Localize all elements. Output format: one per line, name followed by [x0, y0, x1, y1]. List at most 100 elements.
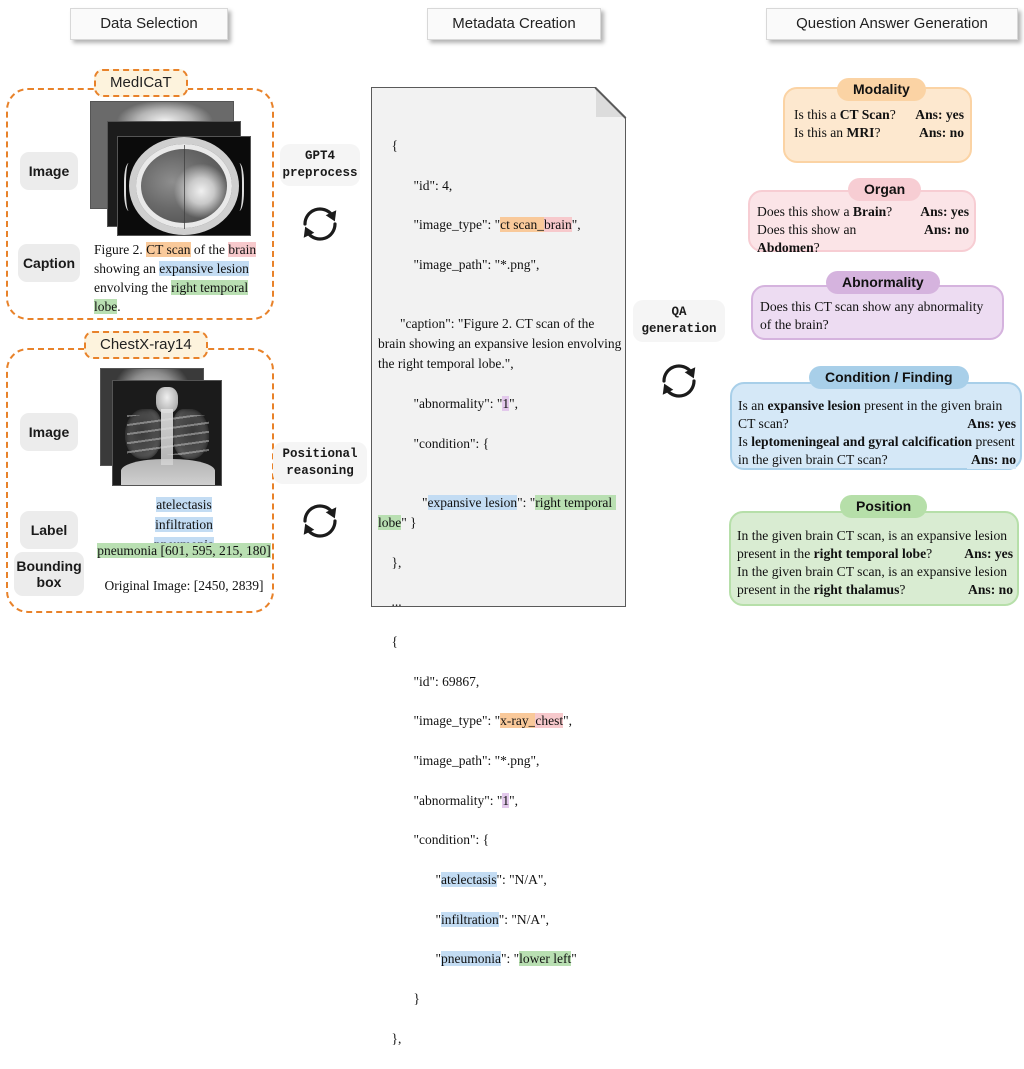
qa-answer: Ans: yes	[963, 415, 1016, 434]
json-finding-value-2: lower left	[519, 951, 572, 967]
cycle-icon-qa-generation	[662, 364, 696, 398]
stage-header-label: Data Selection	[100, 15, 198, 32]
json-id-1: "id": 4,	[413, 177, 453, 193]
json-close-brace-1: },	[391, 554, 402, 570]
json-condition-key-2: "condition": {	[413, 832, 490, 848]
role-chip-bounding-box-chestxray14: Bounding box	[14, 552, 84, 596]
json-condition-key-1: "condition": {	[413, 435, 490, 451]
json-ellipsis: ...	[391, 594, 402, 610]
qa-row: Does this show a Brain? Ans: yes	[757, 203, 969, 221]
label-atelectasis: atelectasis	[156, 497, 212, 512]
json-finding-value-0: N/A	[514, 872, 538, 888]
json-inner-close-2: }	[413, 991, 420, 1007]
qa-answer: Ans: yes	[920, 204, 969, 219]
qa-tab-label: Position	[856, 498, 912, 514]
qa-question: Is this a CT Scan?	[794, 107, 896, 122]
process-chip-label: Positional reasoning	[282, 447, 358, 478]
cycle-icon-gpt4-preprocess	[303, 207, 337, 241]
qa-body-condition-finding: Is an expansive lesion present in the gi…	[738, 397, 1016, 470]
json-abnormality-end-2: ",	[509, 792, 519, 808]
qa-tab-label: Organ	[864, 181, 906, 197]
qa-answer: Ans: yes	[915, 107, 964, 122]
json-abnormality-end-1: ",	[509, 395, 519, 411]
qa-tab-label: Abnormality	[842, 274, 924, 290]
image-stack-medicat	[86, 100, 266, 236]
stage-header-question-answer-generation: Question Answer Generation	[766, 8, 1018, 40]
role-chip-label: Image	[28, 423, 70, 440]
process-chip-qa-generation: QA generation	[633, 300, 725, 342]
qa-tab-position[interactable]: Position	[840, 495, 928, 518]
role-chip-image-chestxray14: Image	[20, 413, 78, 451]
chest-xray-front	[112, 380, 222, 486]
process-chip-label: QA generation	[641, 305, 717, 336]
process-chip-gpt4-preprocess: GPT4 preprocess	[280, 144, 360, 186]
caption-condition-highlight: expansive lesion	[159, 261, 249, 277]
json-abnormality-value-2: 1	[502, 792, 510, 808]
json-close-brace-2: },	[391, 1030, 402, 1046]
process-chip-positional-reasoning: Positional reasoning	[273, 442, 367, 484]
qa-row: Is leptomeningeal and gyral calcificatio…	[738, 433, 1016, 470]
qa-row: In the given brain CT scan, is an expans…	[737, 563, 1013, 600]
qa-question: Is this an MRI?	[794, 125, 881, 141]
stage-header-label: Metadata Creation	[452, 15, 576, 32]
qa-answer: Ans: no	[924, 222, 969, 238]
role-chip-label: Image	[28, 162, 70, 179]
caption-mid1: of the	[190, 242, 229, 257]
dataset-tag-chestxray14: ChestX-ray14	[84, 331, 208, 359]
json-id-2: "id": 69867,	[413, 673, 480, 689]
qa-tab-modality[interactable]: Modality	[837, 78, 926, 101]
json-finding-name-2: pneumonia	[441, 951, 502, 967]
json-open-brace-2: {	[391, 633, 398, 649]
qa-row: Does this show an Abdomen? Ans: no	[757, 221, 969, 257]
caption-mid2: showing an	[94, 261, 160, 277]
image-stack-chestxray14	[100, 368, 230, 488]
qa-tab-organ[interactable]: Organ	[848, 178, 922, 201]
json-image-type-key-1: "image_type": "	[413, 217, 501, 233]
bounding-box-text-chestxray14: pneumonia [601, 595, 215, 180]	[92, 541, 276, 560]
json-image-type-end-1: ",	[571, 217, 581, 233]
qa-row: Is this a CT Scan? Ans: yes	[794, 106, 964, 124]
dataset-tag-label: ChestX-ray14	[100, 336, 192, 353]
stage-header-data-selection: Data Selection	[70, 8, 228, 40]
qa-body-modality: Is this a CT Scan? Ans: yes Is this an M…	[794, 106, 964, 142]
qa-question: Does this show an Abdomen?	[757, 222, 857, 256]
json-image-type-end-2: ",	[563, 713, 573, 729]
dataset-tag-medicat: MedICaT	[94, 69, 188, 97]
json-image-type-organ-1: brain	[544, 217, 572, 233]
role-chip-label-chestxray14: Label	[20, 511, 78, 549]
caption-suffix: .	[117, 299, 121, 315]
role-chip-image-medicat: Image	[20, 152, 78, 190]
json-abnormality-key-2: "abnormality": "	[413, 792, 503, 808]
original-image-size-value: Original Image: [2450, 2839]	[104, 578, 264, 593]
qa-answer: Ans: yes	[960, 545, 1013, 564]
qa-row: Is an expansive lesion present in the gi…	[738, 397, 1016, 434]
caption-modality-highlight: CT scan	[146, 242, 191, 257]
caption-mid3: envolving the	[94, 280, 172, 296]
role-chip-label: Label	[30, 521, 68, 538]
qa-tab-abnormality[interactable]: Abnormality	[826, 271, 940, 294]
medical-image-front-brain-ct	[117, 136, 251, 236]
json-abnormality-key-1: "abnormality": "	[413, 395, 503, 411]
json-finding-name-0: atelectasis	[441, 872, 497, 888]
qa-row: In the given brain CT scan, is an expans…	[737, 527, 1013, 564]
caption-organ-highlight: brain	[228, 242, 257, 257]
label-infiltration: infiltration	[155, 516, 213, 532]
qa-tab-label: Condition / Finding	[825, 369, 953, 385]
qa-question: Does this show a Brain?	[757, 204, 893, 219]
role-chip-caption-medicat: Caption	[18, 244, 80, 282]
dataset-tag-label: MedICaT	[110, 74, 172, 91]
original-image-size-text: Original Image: [2450, 2839]	[92, 576, 276, 595]
json-image-path-2: "image_path": "*.png",	[413, 753, 540, 768]
json-image-type-key-2: "image_type": "	[413, 713, 501, 729]
qa-question: Does this CT scan show any abnormality o…	[760, 299, 984, 333]
json-image-type-organ-2: chest	[535, 713, 564, 729]
qa-tab-condition-finding[interactable]: Condition / Finding	[809, 366, 969, 389]
role-chip-label: Caption	[22, 254, 76, 271]
cycle-icon-positional-reasoning	[303, 504, 337, 538]
json-caption-1: "caption": "Figure 2. CT scan of the bra…	[378, 316, 622, 372]
json-image-path-1: "image_path": "*.png",	[413, 256, 540, 272]
stage-header-label: Question Answer Generation	[796, 15, 988, 32]
json-image-type-modality-2: x-ray	[500, 713, 529, 729]
json-condition-name-1: expansive lesion	[427, 495, 518, 511]
qa-answer: Ans: no	[964, 581, 1013, 600]
